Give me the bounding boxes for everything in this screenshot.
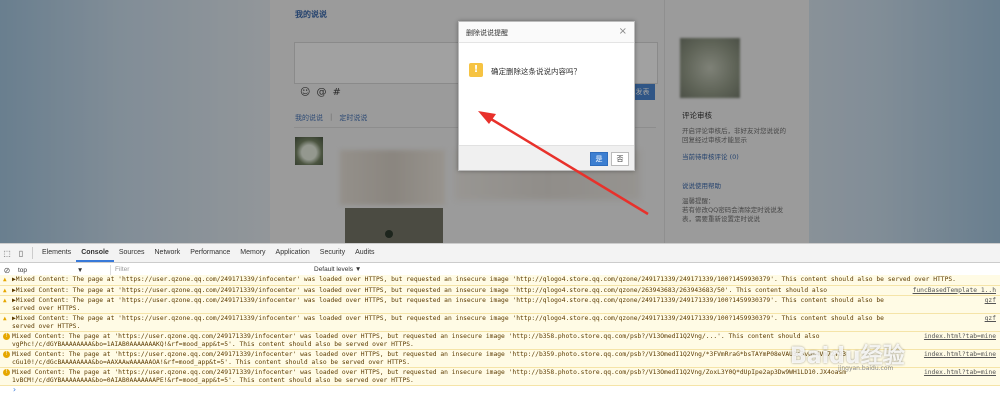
console-log: ▲ ▶Mixed Content: The page at 'https://u…: [0, 275, 1000, 394]
dialog-footer: 是 否: [459, 145, 634, 170]
console-prompt[interactable]: ›: [0, 386, 1000, 394]
device-toggle-icon[interactable]: ▯: [14, 249, 28, 258]
source-link[interactable]: index.html?tab=mine: [919, 369, 996, 377]
context-value: top: [18, 267, 28, 274]
source-link[interactable]: index.html?tab=mine: [919, 351, 996, 359]
tab-memory[interactable]: Memory: [235, 244, 270, 262]
warning-icon: ▲: [3, 276, 7, 283]
error-icon: !: [3, 351, 10, 358]
log-text: ▶Mixed Content: The page at 'https://use…: [12, 297, 884, 304]
chevron-down-icon: ▼: [76, 267, 84, 274]
filter-input[interactable]: Filter: [110, 265, 295, 275]
log-row[interactable]: ▲ ▶Mixed Content: The page at 'https://u…: [0, 285, 1000, 296]
delete-confirm-dialog: 删除说说提醒 × ! 确定删除这条说说内容吗？ 是 否: [458, 21, 635, 171]
close-icon[interactable]: ×: [619, 26, 627, 37]
log-row[interactable]: ▲ ▶Mixed Content: The page at 'https://u…: [0, 296, 1000, 314]
warning-icon: ▲: [3, 286, 7, 294]
log-text: 1vBCM!/c/dGYBAAAAAAAA&bo=0AIAB0AAAAAAAPE…: [12, 376, 414, 384]
context-selector[interactable]: top ▼: [14, 267, 93, 274]
divider: [32, 247, 33, 259]
clear-console-icon[interactable]: ⊘: [0, 266, 14, 275]
source-link[interactable]: qzf: [980, 315, 996, 323]
dialog-title: 删除说说提醒: [466, 29, 508, 37]
tab-sources[interactable]: Sources: [114, 244, 150, 262]
error-icon: !: [3, 333, 10, 340]
devtools-tabbar: ⬚ ▯ Elements Console Sources Network Per…: [0, 244, 1000, 263]
levels-dropdown[interactable]: Default levels ▼: [314, 266, 361, 273]
tab-network[interactable]: Network: [150, 244, 186, 262]
log-text: served over HTTPS.: [12, 304, 81, 312]
tab-performance[interactable]: Performance: [185, 244, 235, 262]
source-link[interactable]: funcBasedTemplate_1..h: [908, 286, 996, 294]
error-icon: !: [3, 369, 10, 376]
log-text: ▶Mixed Content: The page at 'https://use…: [12, 315, 884, 322]
warning-icon: ▲: [3, 315, 7, 322]
confirm-yes-button[interactable]: 是: [590, 152, 608, 166]
source-link[interactable]: index.html?tab=mine: [919, 333, 996, 341]
log-row[interactable]: ▲ ▶Mixed Content: The page at 'https://u…: [0, 314, 1000, 332]
dialog-message: 确定删除这条说说内容吗？: [491, 67, 581, 76]
tab-console[interactable]: Console: [76, 244, 114, 262]
log-row[interactable]: ▲ ▶Mixed Content: The page at 'https://u…: [0, 275, 1000, 286]
tab-application[interactable]: Application: [271, 244, 315, 262]
watermark-url: jingyan.baidu.com: [838, 365, 894, 372]
source-link[interactable]: qzf: [980, 297, 996, 305]
tab-security[interactable]: Security: [315, 244, 350, 262]
log-text: served over HTTPS.: [12, 322, 81, 330]
log-text: ▶Mixed Content: The page at 'https://use…: [12, 286, 828, 294]
confirm-no-button[interactable]: 否: [611, 152, 629, 166]
warning-icon: ▲: [3, 297, 7, 304]
inspect-icon[interactable]: ⬚: [0, 249, 14, 258]
devtools-panel: ⬚ ▯ Elements Console Sources Network Per…: [0, 243, 1000, 417]
log-text: ▶Mixed Content: The page at 'https://use…: [12, 276, 956, 283]
warning-icon: !: [469, 63, 483, 77]
tab-audits[interactable]: Audits: [350, 244, 379, 262]
tab-elements[interactable]: Elements: [37, 244, 76, 262]
